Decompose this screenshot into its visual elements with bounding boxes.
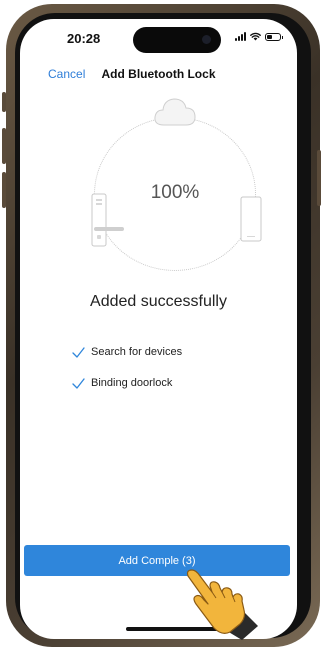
- dynamic-island: [133, 27, 221, 53]
- step-binding-doorlock: Binding doorlock: [72, 377, 172, 389]
- checkmark-icon: [72, 377, 85, 389]
- cancel-button[interactable]: Cancel: [48, 67, 85, 81]
- step-label: Search for devices: [91, 346, 183, 358]
- wifi-icon: [250, 32, 261, 41]
- action-button-hardware: [2, 92, 6, 112]
- volume-up-button: [2, 128, 6, 164]
- camera-icon: [202, 35, 211, 44]
- volume-down-button: [2, 172, 6, 208]
- status-time: 20:28: [67, 31, 101, 46]
- success-message: Added successfully: [90, 293, 227, 310]
- screenshot-stage: 20:28 Add Bluetooth Lock Cancel 100% Add…: [0, 0, 321, 652]
- progress-percent: 100%: [150, 182, 200, 203]
- checkmark-icon: [72, 346, 85, 358]
- cloud-icon: [154, 98, 196, 126]
- step-search-devices: Search for devices: [72, 346, 182, 358]
- battery-icon: [265, 32, 283, 41]
- signal-icon: [235, 32, 246, 41]
- tap-hand-icon: [186, 569, 258, 640]
- step-label: Binding doorlock: [91, 377, 173, 389]
- power-button: [317, 150, 321, 206]
- status-icons: [235, 32, 283, 41]
